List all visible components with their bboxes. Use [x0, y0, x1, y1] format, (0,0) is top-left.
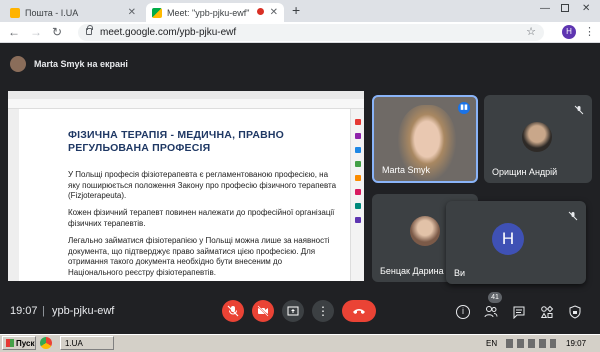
- activities-icon[interactable]: [540, 305, 554, 319]
- more-menu-icon[interactable]: ⋮: [584, 25, 595, 38]
- self-avatar: H: [492, 223, 524, 255]
- shared-pdf-toolbar: [8, 99, 364, 109]
- participant-name: Ви: [454, 268, 466, 278]
- window-restore-icon[interactable]: [561, 4, 569, 12]
- document-paragraph: У Польщі професія фізіотерапевта є регла…: [68, 170, 337, 200]
- participant-name: Орищин Андрій: [492, 167, 558, 177]
- participant-name: Бенцак Дарина: [380, 266, 444, 276]
- meeting-code: ypb-pjku-ewf: [52, 305, 115, 317]
- chrome-taskbar-icon[interactable]: [40, 337, 52, 349]
- tool-icon: [355, 175, 361, 181]
- tool-icon: [355, 133, 361, 139]
- leave-call-button[interactable]: [342, 300, 376, 322]
- tray-icons: [506, 339, 556, 348]
- participant-tile-marta[interactable]: ▮▮ Marta Smyk: [372, 95, 478, 183]
- meet-favicon-icon: [152, 7, 162, 18]
- tool-icon: [355, 189, 361, 195]
- tab-iua-title: Пошта - I.UA: [25, 7, 79, 18]
- shared-left-panel: [8, 109, 19, 281]
- tool-icon: [355, 203, 361, 209]
- mail-favicon-icon: [10, 7, 20, 18]
- profile-avatar[interactable]: H: [562, 25, 576, 39]
- taskbar-item-label: 1.UA: [65, 339, 83, 348]
- windows-logo-icon: [6, 339, 14, 347]
- browser-tab-bar: Пошта - I.UA ✕ Meet: "ypb-pjku-ewf" ✕ + …: [0, 0, 600, 22]
- participant-name: Marta Smyk: [382, 165, 431, 175]
- mic-off-icon: [568, 208, 578, 221]
- presenting-text: Marta Smyk на екрані: [34, 59, 128, 69]
- window-minimize-icon[interactable]: —: [540, 3, 550, 14]
- participant-tile-oryshchyn[interactable]: Орищин Андрій: [484, 95, 592, 183]
- people-button[interactable]: [484, 305, 498, 319]
- participants-count-badge: 41: [488, 292, 502, 303]
- taskbar-clock: 19:07: [566, 339, 587, 348]
- presenter-avatar: [10, 56, 26, 72]
- window-close-icon[interactable]: ✕: [582, 3, 590, 14]
- mic-toggle-button[interactable]: [222, 300, 244, 322]
- browser-toolbar: ← → ↻ meet.google.com/ypb-pjku-ewf ☆ H ⋮: [0, 22, 600, 43]
- participant-avatar: [410, 216, 440, 246]
- forward-arrow-icon[interactable]: →: [30, 25, 42, 40]
- reload-icon[interactable]: ↻: [52, 25, 62, 40]
- tab-iua[interactable]: Пошта - I.UA ✕: [4, 3, 142, 22]
- document-paragraph: Кожен фізичний терапевт повинен належати…: [68, 208, 335, 228]
- camera-toggle-button[interactable]: [252, 300, 274, 322]
- bookmark-star-icon[interactable]: ☆: [526, 25, 536, 38]
- meeting-time: 19:07: [10, 305, 38, 317]
- more-options-button[interactable]: ⋮: [312, 300, 334, 322]
- recording-dot-icon: [257, 8, 264, 15]
- start-label: Пуск: [16, 338, 35, 348]
- address-text: meet.google.com/ypb-pjku-ewf: [100, 27, 237, 38]
- tab-close-icon[interactable]: ✕: [128, 7, 136, 18]
- back-arrow-icon[interactable]: ←: [8, 25, 20, 40]
- shared-window-titlebar: [8, 91, 364, 99]
- os-taskbar: Пуск 1.UA EN 19:07: [0, 334, 600, 352]
- new-tab-button[interactable]: +: [292, 2, 300, 18]
- self-initial: H: [501, 229, 515, 248]
- language-indicator[interactable]: EN: [486, 339, 497, 348]
- mic-off-icon: [574, 102, 584, 115]
- profile-initial: H: [566, 27, 572, 36]
- presenting-banner: Marta Smyk на екрані: [10, 53, 590, 75]
- meeting-separator: |: [42, 305, 45, 317]
- tool-icon: [355, 119, 361, 125]
- shared-right-tools: [350, 109, 364, 281]
- document-paragraph: Легально займатися фізіотерапією у Польщ…: [68, 236, 330, 277]
- start-button[interactable]: Пуск: [2, 336, 36, 350]
- tab-close-icon[interactable]: ✕: [270, 7, 278, 18]
- tool-icon: [355, 147, 361, 153]
- address-bar[interactable]: meet.google.com/ypb-pjku-ewf ☆: [78, 24, 544, 41]
- host-controls-icon[interactable]: [568, 305, 582, 319]
- participant-avatar: [522, 122, 552, 152]
- shared-screen: ФІЗИЧНА ТЕРАПІЯ - МЕДИЧНА, ПРАВНО РЕГУЛЬ…: [8, 91, 364, 281]
- tab-meet-title: Meet: "ypb-pjku-ewf": [167, 7, 250, 18]
- present-screen-button[interactable]: [282, 300, 304, 322]
- speaking-indicator-icon: ▮▮: [458, 102, 470, 114]
- chat-icon[interactable]: [512, 305, 526, 320]
- lock-icon: [86, 25, 93, 35]
- more-vert-icon: ⋮: [317, 304, 329, 318]
- tool-icon: [355, 161, 361, 167]
- tab-meet[interactable]: Meet: "ypb-pjku-ewf" ✕: [146, 3, 284, 22]
- meet-control-bar: 19:07 | ypb-pjku-ewf ⋮ i 41: [0, 292, 600, 332]
- tool-icon: [355, 217, 361, 223]
- meeting-info-icon[interactable]: i: [456, 305, 470, 319]
- participant-tile-self[interactable]: H Ви: [446, 201, 586, 284]
- taskbar-item-iua[interactable]: 1.UA: [60, 336, 114, 350]
- document-heading: ФІЗИЧНА ТЕРАПІЯ - МЕДИЧНА, ПРАВНО РЕГУЛЬ…: [68, 129, 285, 154]
